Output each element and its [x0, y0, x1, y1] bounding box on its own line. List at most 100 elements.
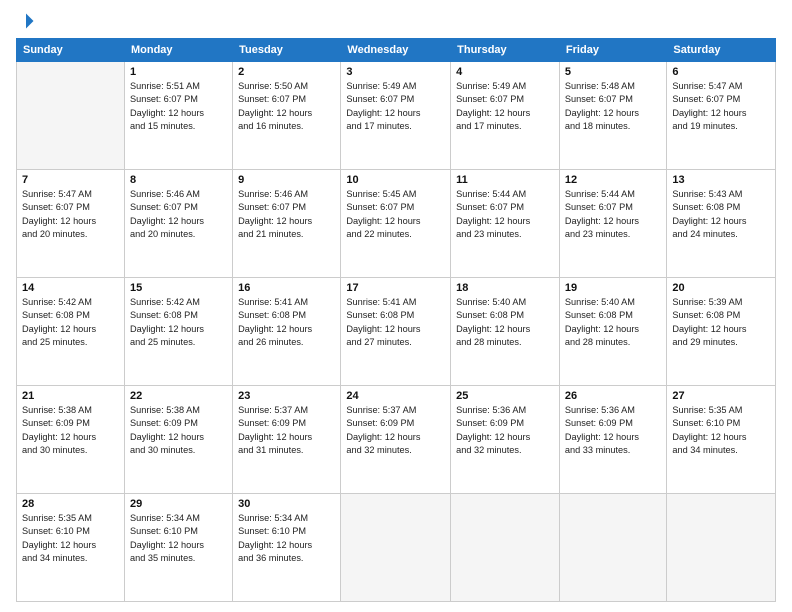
calendar-table: SundayMondayTuesdayWednesdayThursdayFrid… [16, 38, 776, 602]
day-number: 29 [130, 498, 227, 510]
cell-3-0: 21 Sunrise: 5:38 AMSunset: 6:09 PMDayligh… [17, 386, 125, 494]
day-number: 17 [346, 282, 445, 294]
day-info: Sunrise: 5:41 AMSunset: 6:08 PMDaylight:… [238, 296, 335, 349]
day-info: Sunrise: 5:51 AMSunset: 6:07 PMDaylight:… [130, 80, 227, 133]
day-number: 10 [346, 174, 445, 186]
day-number: 8 [130, 174, 227, 186]
cell-3-4: 25 Sunrise: 5:36 AMSunset: 6:09 PMDayligh… [451, 386, 560, 494]
cell-3-6: 27Sunrise: 5:35 AMSunset: 6:10 PMDayligh… [667, 386, 776, 494]
day-info: Sunrise: 5:48 AMSunset: 6:07 PMDaylight:… [565, 80, 661, 133]
cell-3-2: 23 Sunrise: 5:37 AMSunset: 6:09 PMDayligh… [233, 386, 341, 494]
day-number: 15 [130, 282, 227, 294]
day-info: Sunrise: 5:42 AMSunset: 6:08 PMDaylight:… [22, 296, 119, 349]
cell-3-3: 24 Sunrise: 5:37 AMSunset: 6:09 PMDayligh… [341, 386, 451, 494]
day-number: 13 [672, 174, 770, 186]
day-number: 21 [22, 390, 119, 402]
day-info: Sunrise: 5:46 AMSunset: 6:07 PMDaylight:… [130, 188, 227, 241]
day-number: 4 [456, 66, 554, 78]
day-number: 23 [238, 390, 335, 402]
week-row-4: 28Sunrise: 5:35 AMSunset: 6:10 PMDayligh… [17, 494, 776, 602]
cell-4-5 [559, 494, 666, 602]
cell-1-3: 10 Sunrise: 5:45 AMSunset: 6:07 PMDayligh… [341, 170, 451, 278]
day-info: Sunrise: 5:39 AMSunset: 6:08 PMDaylight:… [672, 296, 770, 349]
cell-1-4: 11Sunrise: 5:44 AMSunset: 6:07 PMDayligh… [451, 170, 560, 278]
col-header-saturday: Saturday [667, 39, 776, 62]
day-info: Sunrise: 5:49 AMSunset: 6:07 PMDaylight:… [456, 80, 554, 133]
cell-1-5: 12 Sunrise: 5:44 AMSunset: 6:07 PMDayligh… [559, 170, 666, 278]
day-info: Sunrise: 5:35 AMSunset: 6:10 PMDaylight:… [672, 404, 770, 457]
cell-2-0: 14Sunrise: 5:42 AMSunset: 6:08 PMDayligh… [17, 278, 125, 386]
day-number: 24 [346, 390, 445, 402]
day-number: 9 [238, 174, 335, 186]
cell-4-3 [341, 494, 451, 602]
day-number: 5 [565, 66, 661, 78]
day-info: Sunrise: 5:43 AMSunset: 6:08 PMDaylight:… [672, 188, 770, 241]
day-number: 7 [22, 174, 119, 186]
cell-4-0: 28Sunrise: 5:35 AMSunset: 6:10 PMDayligh… [17, 494, 125, 602]
cell-2-3: 17 Sunrise: 5:41 AMSunset: 6:08 PMDayligh… [341, 278, 451, 386]
header [16, 12, 776, 30]
calendar-header-row: SundayMondayTuesdayWednesdayThursdayFrid… [17, 39, 776, 62]
day-info: Sunrise: 5:47 AMSunset: 6:07 PMDaylight:… [672, 80, 770, 133]
cell-3-1: 22 Sunrise: 5:38 AMSunset: 6:09 PMDayligh… [124, 386, 232, 494]
day-info: Sunrise: 5:41 AMSunset: 6:08 PMDaylight:… [346, 296, 445, 349]
day-info: Sunrise: 5:37 AMSunset: 6:09 PMDaylight:… [238, 404, 335, 457]
logo [16, 12, 36, 30]
cell-0-1: 1 Sunrise: 5:51 AMSunset: 6:07 PMDaylight… [124, 62, 232, 170]
day-info: Sunrise: 5:45 AMSunset: 6:07 PMDaylight:… [346, 188, 445, 241]
col-header-tuesday: Tuesday [233, 39, 341, 62]
col-header-friday: Friday [559, 39, 666, 62]
day-info: Sunrise: 5:38 AMSunset: 6:09 PMDaylight:… [130, 404, 227, 457]
day-info: Sunrise: 5:46 AMSunset: 6:07 PMDaylight:… [238, 188, 335, 241]
day-number: 18 [456, 282, 554, 294]
col-header-sunday: Sunday [17, 39, 125, 62]
cell-2-4: 18 Sunrise: 5:40 AMSunset: 6:08 PMDayligh… [451, 278, 560, 386]
day-number: 19 [565, 282, 661, 294]
day-number: 30 [238, 498, 335, 510]
day-info: Sunrise: 5:36 AMSunset: 6:09 PMDaylight:… [565, 404, 661, 457]
day-info: Sunrise: 5:44 AMSunset: 6:07 PMDaylight:… [456, 188, 554, 241]
col-header-monday: Monday [124, 39, 232, 62]
page: SundayMondayTuesdayWednesdayThursdayFrid… [0, 0, 792, 612]
cell-1-2: 9 Sunrise: 5:46 AMSunset: 6:07 PMDaylight… [233, 170, 341, 278]
day-info: Sunrise: 5:42 AMSunset: 6:08 PMDaylight:… [130, 296, 227, 349]
cell-4-4 [451, 494, 560, 602]
cell-2-2: 16 Sunrise: 5:41 AMSunset: 6:08 PMDayligh… [233, 278, 341, 386]
col-header-wednesday: Wednesday [341, 39, 451, 62]
day-info: Sunrise: 5:47 AMSunset: 6:07 PMDaylight:… [22, 188, 119, 241]
day-number: 2 [238, 66, 335, 78]
cell-2-1: 15 Sunrise: 5:42 AMSunset: 6:08 PMDayligh… [124, 278, 232, 386]
day-info: Sunrise: 5:37 AMSunset: 6:09 PMDaylight:… [346, 404, 445, 457]
logo-text [16, 12, 36, 30]
day-info: Sunrise: 5:38 AMSunset: 6:09 PMDaylight:… [22, 404, 119, 457]
cell-0-6: 6Sunrise: 5:47 AMSunset: 6:07 PMDaylight… [667, 62, 776, 170]
cell-0-4: 4 Sunrise: 5:49 AMSunset: 6:07 PMDaylight… [451, 62, 560, 170]
cell-0-5: 5 Sunrise: 5:48 AMSunset: 6:07 PMDaylight… [559, 62, 666, 170]
cell-2-6: 20 Sunrise: 5:39 AMSunset: 6:08 PMDayligh… [667, 278, 776, 386]
cell-3-5: 26 Sunrise: 5:36 AMSunset: 6:09 PMDayligh… [559, 386, 666, 494]
day-number: 20 [672, 282, 770, 294]
day-number: 16 [238, 282, 335, 294]
day-number: 22 [130, 390, 227, 402]
day-number: 12 [565, 174, 661, 186]
day-info: Sunrise: 5:44 AMSunset: 6:07 PMDaylight:… [565, 188, 661, 241]
week-row-0: 1 Sunrise: 5:51 AMSunset: 6:07 PMDaylight… [17, 62, 776, 170]
day-info: Sunrise: 5:34 AMSunset: 6:10 PMDaylight:… [130, 512, 227, 565]
day-number: 28 [22, 498, 119, 510]
cell-1-1: 8 Sunrise: 5:46 AMSunset: 6:07 PMDaylight… [124, 170, 232, 278]
day-info: Sunrise: 5:50 AMSunset: 6:07 PMDaylight:… [238, 80, 335, 133]
week-row-3: 21 Sunrise: 5:38 AMSunset: 6:09 PMDayligh… [17, 386, 776, 494]
day-number: 3 [346, 66, 445, 78]
day-number: 26 [565, 390, 661, 402]
day-number: 25 [456, 390, 554, 402]
day-info: Sunrise: 5:36 AMSunset: 6:09 PMDaylight:… [456, 404, 554, 457]
cell-0-0 [17, 62, 125, 170]
cell-4-6 [667, 494, 776, 602]
day-info: Sunrise: 5:34 AMSunset: 6:10 PMDaylight:… [238, 512, 335, 565]
cell-1-0: 7 Sunrise: 5:47 AMSunset: 6:07 PMDaylight… [17, 170, 125, 278]
cell-4-1: 29 Sunrise: 5:34 AMSunset: 6:10 PMDayligh… [124, 494, 232, 602]
day-info: Sunrise: 5:40 AMSunset: 6:08 PMDaylight:… [456, 296, 554, 349]
day-number: 1 [130, 66, 227, 78]
cell-1-6: 13 Sunrise: 5:43 AMSunset: 6:08 PMDayligh… [667, 170, 776, 278]
cell-4-2: 30 Sunrise: 5:34 AMSunset: 6:10 PMDayligh… [233, 494, 341, 602]
